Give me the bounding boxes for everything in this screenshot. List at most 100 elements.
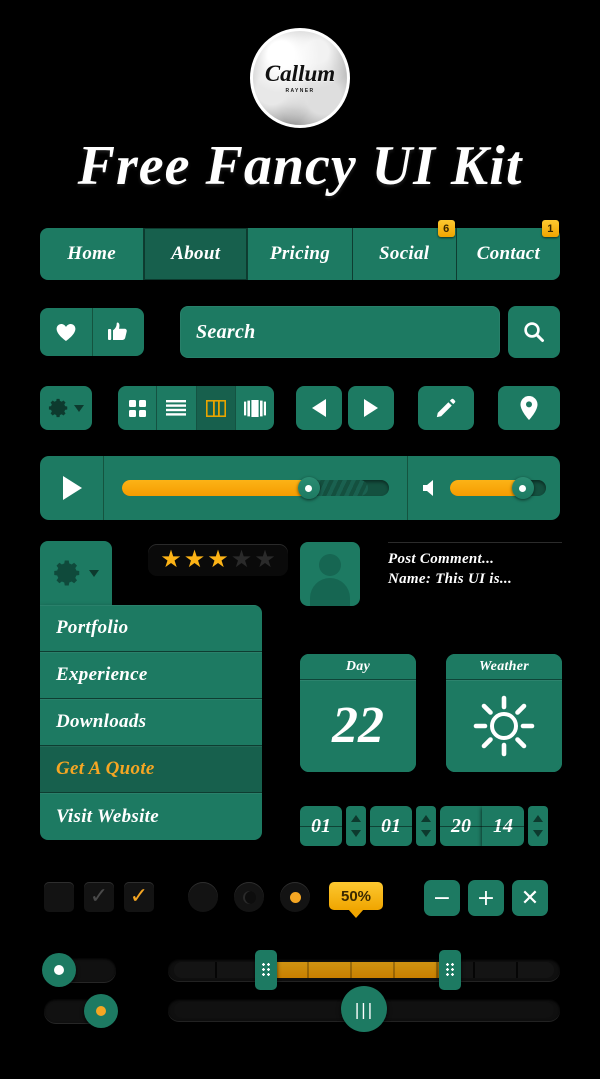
checkbox-unchecked[interactable] — [44, 882, 74, 912]
thumbs-up-button[interactable] — [92, 308, 144, 356]
page-title: Free Fancy UI Kit — [77, 135, 523, 197]
volume-handle[interactable] — [511, 477, 534, 499]
star-icon[interactable]: ★ — [254, 548, 276, 572]
toggle-knob[interactable] — [42, 953, 76, 987]
nav-label: Social — [379, 243, 430, 264]
nav-item-home[interactable]: Home — [40, 228, 145, 280]
nav-label: About — [171, 243, 221, 264]
caret-up-icon[interactable] — [351, 815, 361, 822]
next-button[interactable] — [348, 386, 394, 430]
edit-button[interactable] — [418, 386, 474, 430]
comment-box[interactable]: Post Comment... Name: This UI is... — [388, 542, 562, 592]
progress-slider[interactable] — [104, 456, 408, 520]
pencil-icon — [435, 397, 457, 419]
view-toggle-group — [118, 386, 274, 430]
list-view-icon — [166, 400, 187, 416]
caret-down-icon[interactable] — [533, 830, 543, 837]
minus-button[interactable]: − — [424, 880, 460, 916]
search-button[interactable] — [508, 306, 560, 358]
date-stepper-group: 01 01 20 14 — [300, 806, 558, 846]
progress-handle[interactable] — [297, 477, 320, 499]
weather-widget[interactable]: Weather — [446, 654, 562, 772]
day-widget[interactable]: Day 22 — [300, 654, 416, 772]
play-icon — [62, 476, 82, 500]
nav-item-contact[interactable]: Contact 1 — [456, 220, 561, 280]
progress-track[interactable] — [122, 477, 389, 499]
weather-widget-body — [446, 680, 562, 772]
toggle-knob[interactable] — [84, 994, 118, 1028]
menu-trigger-button[interactable] — [40, 541, 112, 605]
day-widget-body: 22 — [300, 680, 416, 772]
carousel-view-icon — [243, 399, 266, 417]
weather-widget-title: Weather — [446, 654, 562, 680]
menu-item-downloads[interactable]: Downloads — [40, 699, 262, 746]
stepper-field-3[interactable]: 20 — [440, 806, 482, 846]
radio-unselected[interactable] — [188, 882, 218, 912]
nav-item-social[interactable]: Social 6 — [352, 220, 457, 280]
sun-icon — [473, 695, 535, 757]
nav-item-about[interactable]: About — [144, 228, 249, 280]
avatar[interactable] — [300, 542, 360, 606]
star-icon[interactable]: ★ — [231, 548, 253, 572]
stepper-spinner-3[interactable] — [528, 806, 548, 846]
prev-button[interactable] — [296, 386, 342, 430]
carousel-view-button[interactable] — [235, 386, 274, 430]
checkbox-checked-active[interactable]: ✓ — [124, 882, 154, 912]
search-input[interactable]: Search — [180, 306, 500, 358]
menu-item-get-a-quote[interactable]: Get A Quote — [40, 746, 262, 793]
menu-item-visit-website[interactable]: Visit Website — [40, 793, 262, 840]
settings-dropdown-button[interactable] — [40, 386, 92, 430]
location-button[interactable] — [498, 386, 560, 430]
stepper-field-2[interactable]: 01 — [370, 806, 412, 846]
heart-button[interactable] — [40, 308, 93, 356]
search-icon — [522, 320, 546, 344]
star-icon[interactable]: ★ — [160, 548, 182, 572]
nav-badge-contact: 1 — [542, 220, 560, 237]
list-view-button[interactable] — [157, 386, 197, 430]
arrow-right-icon — [363, 399, 379, 417]
toggle-switch-off[interactable] — [42, 953, 116, 987]
search-bar: Search — [180, 306, 560, 358]
checkbox-checked-muted[interactable]: ✓ — [84, 882, 114, 912]
nav-item-pricing[interactable]: Pricing — [248, 228, 353, 280]
stepper-field-1[interactable]: 01 — [300, 806, 342, 846]
reaction-button-group — [40, 308, 144, 356]
column-view-button[interactable] — [196, 386, 236, 430]
radio-selected[interactable] — [280, 882, 310, 912]
range-handle-start[interactable] — [255, 950, 277, 990]
gear-icon — [53, 558, 83, 588]
check-icon: ✓ — [129, 884, 149, 909]
stepper-spinner-2[interactable] — [416, 806, 436, 846]
stepper-field-4[interactable]: 14 — [482, 806, 524, 846]
single-slider[interactable]: ||| — [168, 986, 560, 1032]
close-button[interactable]: ✕ — [512, 880, 548, 916]
star-rating[interactable]: ★ ★ ★ ★ ★ — [148, 544, 288, 576]
toggle-dot — [54, 965, 64, 975]
nav-label: Pricing — [269, 243, 331, 264]
grid-view-icon — [128, 399, 147, 418]
menu-item-experience[interactable]: Experience — [40, 652, 262, 699]
plus-button[interactable]: + — [468, 880, 504, 916]
menu-item-portfolio[interactable]: Portfolio — [40, 605, 262, 652]
play-button[interactable] — [40, 456, 104, 520]
star-icon[interactable]: ★ — [184, 548, 206, 572]
range-handle-end[interactable] — [439, 950, 462, 990]
radio-hover[interactable] — [234, 882, 264, 912]
caret-down-icon[interactable] — [421, 830, 431, 837]
caret-up-icon[interactable] — [533, 815, 543, 822]
single-slider-handle[interactable]: ||| — [341, 986, 387, 1032]
thumbs-up-icon — [108, 322, 128, 342]
toggle-switch-on[interactable] — [44, 994, 118, 1028]
caret-down-icon[interactable] — [351, 830, 361, 837]
volume-track[interactable] — [450, 477, 546, 499]
caret-up-icon[interactable] — [421, 815, 431, 822]
range-slider[interactable] — [168, 950, 560, 990]
logo-name: Callum — [264, 61, 336, 86]
range-fill — [266, 962, 451, 978]
star-icon[interactable]: ★ — [207, 548, 229, 572]
media-player — [40, 456, 560, 520]
radio-group — [188, 882, 310, 912]
menu-item-label: Portfolio — [56, 617, 129, 638]
grid-view-button[interactable] — [118, 386, 158, 430]
stepper-spinner-1[interactable] — [346, 806, 366, 846]
